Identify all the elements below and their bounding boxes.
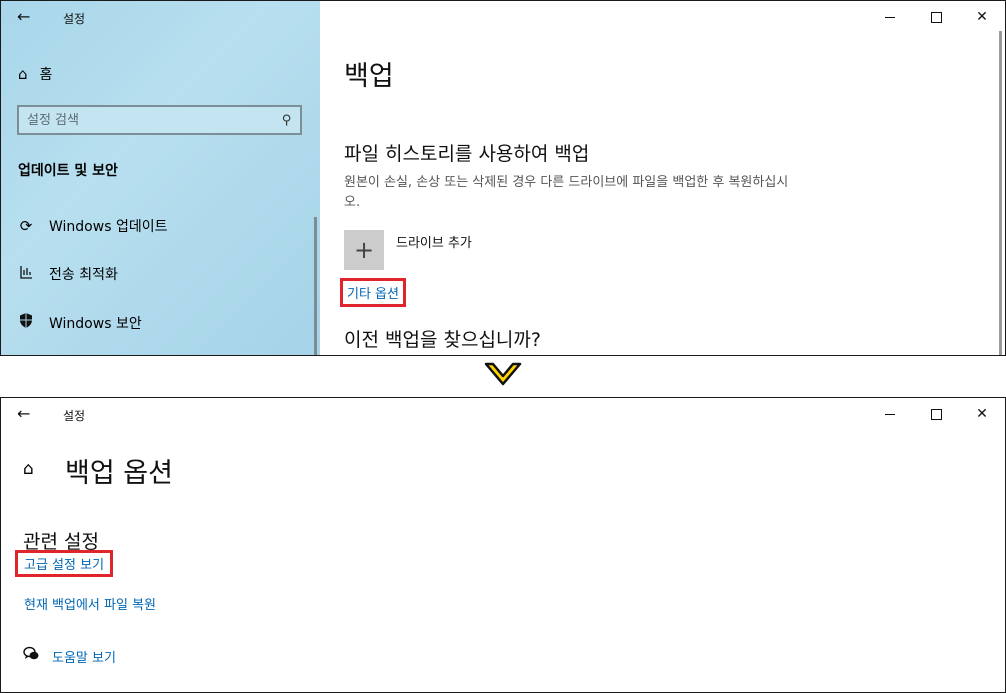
minimize-button[interactable] [867,1,913,33]
close-icon: ✕ [976,9,988,25]
maximize-button[interactable] [913,398,959,430]
chat-help-icon [23,646,40,666]
home-label: 홈 [39,67,53,83]
file-history-description: 원본이 손실, 손상 또는 삭제된 경우 다른 드라이브에 파일을 백업한 후 … [344,175,789,210]
close-button[interactable]: ✕ [959,398,1005,430]
sidebar-item-label: 전송 최적화 [49,267,118,283]
sidebar-section-title: 업데이트 및 보안 [18,163,118,179]
main-content: 백업 파일 히스토리를 사용하여 백업 원본이 손실, 손상 또는 삭제된 경우… [320,1,1005,355]
shield-icon [17,312,35,333]
older-backup-heading: 이전 백업을 찾으십니까? [344,329,541,351]
sidebar-item-windows-security[interactable]: Windows 보안 [17,312,142,333]
window-controls: ✕ [867,1,1005,33]
settings-window-backup-options: ← 설정 ✕ [0,397,1006,693]
help-link-label: 도움말 보기 [52,650,116,666]
home-icon: ⌂ [23,459,34,479]
main-scrollbar[interactable] [999,31,1002,355]
search-input[interactable] [27,112,267,128]
sidebar-scrollbar[interactable] [314,217,317,355]
sync-icon: ⟳ [19,217,33,235]
search-icon: ⚲ [282,112,292,128]
delivery-optimization-icon [17,264,35,284]
add-drive-button[interactable]: + [344,230,384,270]
close-button[interactable]: ✕ [959,1,1005,33]
page-title: 백업 [344,61,394,92]
advanced-settings-link[interactable]: 고급 설정 보기 [15,550,114,577]
get-help-link[interactable]: 도움말 보기 [23,646,116,666]
back-arrow-icon[interactable]: ← [17,7,30,26]
window-title: 설정 [63,409,86,423]
window-controls: ✕ [867,398,1005,430]
sidebar-item-label: Windows 업데이트 [49,219,168,235]
back-arrow-icon[interactable]: ← [17,404,30,423]
plus-icon: + [353,236,375,264]
minimize-button[interactable] [867,398,913,430]
sidebar-item-delivery-optimization[interactable]: 전송 최적화 [17,264,118,284]
search-field[interactable]: ⚲ [17,105,302,135]
more-options-link[interactable]: 기타 옵션 [340,278,406,307]
chevron-down-icon [484,362,522,386]
maximize-icon [930,11,942,23]
window-title: 설정 [63,12,86,26]
sidebar: ← 설정 ⌂ 홈 ⚲ 업데이트 및 보안 ⟳ Windows 업데이트 전송 최… [1,1,320,355]
sidebar-item-label: Windows 보안 [49,315,142,332]
sidebar-item-home[interactable]: ⌂ 홈 [18,64,52,84]
restore-files-link[interactable]: 현재 백업에서 파일 복원 [24,594,156,613]
page-title: 백업 옵션 [65,458,173,489]
sidebar-item-windows-update[interactable]: ⟳ Windows 업데이트 [17,216,168,236]
file-history-heading: 파일 히스토리를 사용하여 백업 [344,143,590,165]
minimize-icon [885,16,895,18]
settings-window-backup: ← 설정 ⌂ 홈 ⚲ 업데이트 및 보안 ⟳ Windows 업데이트 전송 최… [0,0,1006,356]
minimize-icon [885,413,895,415]
maximize-icon [930,408,942,420]
add-drive-label: 드라이브 추가 [396,236,472,251]
maximize-button[interactable] [913,1,959,33]
close-icon: ✕ [976,406,988,422]
home-icon: ⌂ [18,65,28,83]
